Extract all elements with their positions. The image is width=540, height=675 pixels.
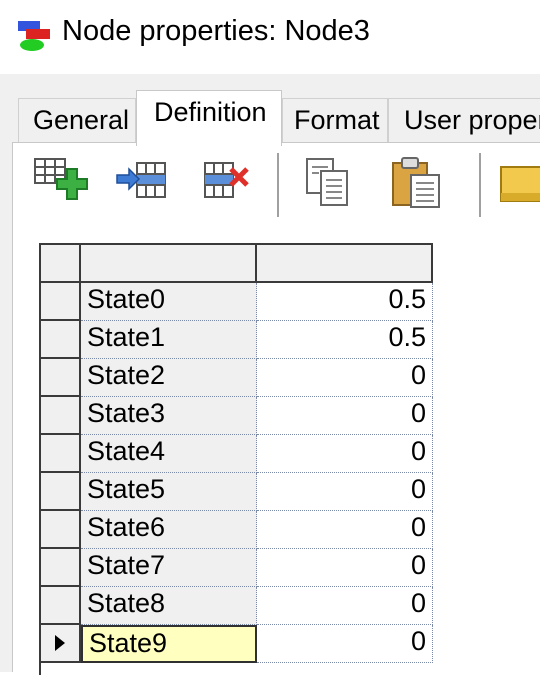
state-name-cell[interactable]: State0 <box>81 283 257 321</box>
probability-cell[interactable]: 0 <box>257 397 433 435</box>
add-state-icon[interactable] <box>29 153 89 213</box>
paste-icon[interactable] <box>387 153 447 213</box>
state-name-cell[interactable]: State8 <box>81 587 257 625</box>
probability-cell[interactable]: 0 <box>257 587 433 625</box>
title-bar: Node properties: Node3 <box>0 0 540 74</box>
state-name-cell[interactable]: State7 <box>81 549 257 587</box>
tab-definition[interactable]: Definition <box>136 90 282 146</box>
state-name-cell[interactable]: State5 <box>81 473 257 511</box>
node-app-icon <box>18 21 50 51</box>
table-row[interactable]: State6 0 <box>41 511 433 549</box>
row-header[interactable] <box>41 549 81 587</box>
row-header[interactable] <box>41 397 81 435</box>
state-name-cell[interactable]: State1 <box>81 321 257 359</box>
tab-general[interactable]: General <box>18 98 136 142</box>
tab-definition-label: Definition <box>154 97 267 127</box>
tab-format-label: Format <box>294 105 380 135</box>
table-row[interactable]: State3 0 <box>41 397 433 435</box>
probability-cell[interactable]: 0.5 <box>257 321 433 359</box>
column-header-state[interactable] <box>81 245 257 283</box>
row-header[interactable] <box>41 435 81 473</box>
row-header[interactable] <box>41 587 81 625</box>
tab-strip: General Definition Format User proper <box>0 74 540 146</box>
row-header[interactable] <box>41 625 81 663</box>
row-header[interactable] <box>41 359 81 397</box>
probability-cell[interactable]: 0 <box>257 625 433 663</box>
row-header[interactable] <box>41 473 81 511</box>
delete-state-icon[interactable] <box>193 153 253 213</box>
current-row-arrow-icon <box>55 635 65 651</box>
toolbar-separator <box>479 153 481 217</box>
toolbar <box>13 143 540 223</box>
state-name-cell[interactable]: State4 <box>81 435 257 473</box>
row-header[interactable] <box>41 511 81 549</box>
tab-user-properties-label: User proper <box>404 105 540 135</box>
definition-tab-page: State0 0.5 State1 0.5 State2 0 State3 0 … <box>12 142 540 675</box>
probability-cell[interactable]: 0 <box>257 359 433 397</box>
probability-cell[interactable]: 0 <box>257 549 433 587</box>
table-row[interactable]: State4 0 <box>41 435 433 473</box>
probability-cell[interactable]: 0 <box>257 511 433 549</box>
dialog-body: General Definition Format User proper St… <box>0 74 540 675</box>
probability-table[interactable]: State0 0.5 State1 0.5 State2 0 State3 0 … <box>39 243 433 675</box>
state-name-cell[interactable]: State3 <box>81 397 257 435</box>
table-row[interactable]: State0 0.5 <box>41 283 433 321</box>
table-header-row <box>41 245 433 283</box>
table-row[interactable]: State1 0.5 <box>41 321 433 359</box>
tab-user-properties[interactable]: User proper <box>388 98 540 142</box>
window-title: Node properties: Node3 <box>62 15 370 47</box>
state-name-cell[interactable]: State6 <box>81 511 257 549</box>
table-row[interactable]: State7 0 <box>41 549 433 587</box>
table-row[interactable]: State5 0 <box>41 473 433 511</box>
state-name-cell[interactable]: State9 <box>81 625 257 663</box>
row-header[interactable] <box>41 321 81 359</box>
state-name-cell[interactable]: State2 <box>81 359 257 397</box>
table-row[interactable]: State8 0 <box>41 587 433 625</box>
copy-icon[interactable] <box>297 153 357 213</box>
table-row-selected[interactable]: State9 0 <box>41 625 433 663</box>
table-row[interactable]: State2 0 <box>41 359 433 397</box>
toolbar-separator <box>277 153 279 217</box>
row-header[interactable] <box>41 283 81 321</box>
corner-cell[interactable] <box>41 245 81 283</box>
column-header-value[interactable] <box>257 245 433 283</box>
probability-cell[interactable]: 0 <box>257 435 433 473</box>
probability-cell[interactable]: 0 <box>257 473 433 511</box>
probability-cell[interactable]: 0.5 <box>257 283 433 321</box>
tab-format[interactable]: Format <box>282 98 388 142</box>
insert-state-icon[interactable] <box>113 153 173 213</box>
folder-icon[interactable] <box>497 153 540 213</box>
tab-general-label: General <box>33 105 130 135</box>
